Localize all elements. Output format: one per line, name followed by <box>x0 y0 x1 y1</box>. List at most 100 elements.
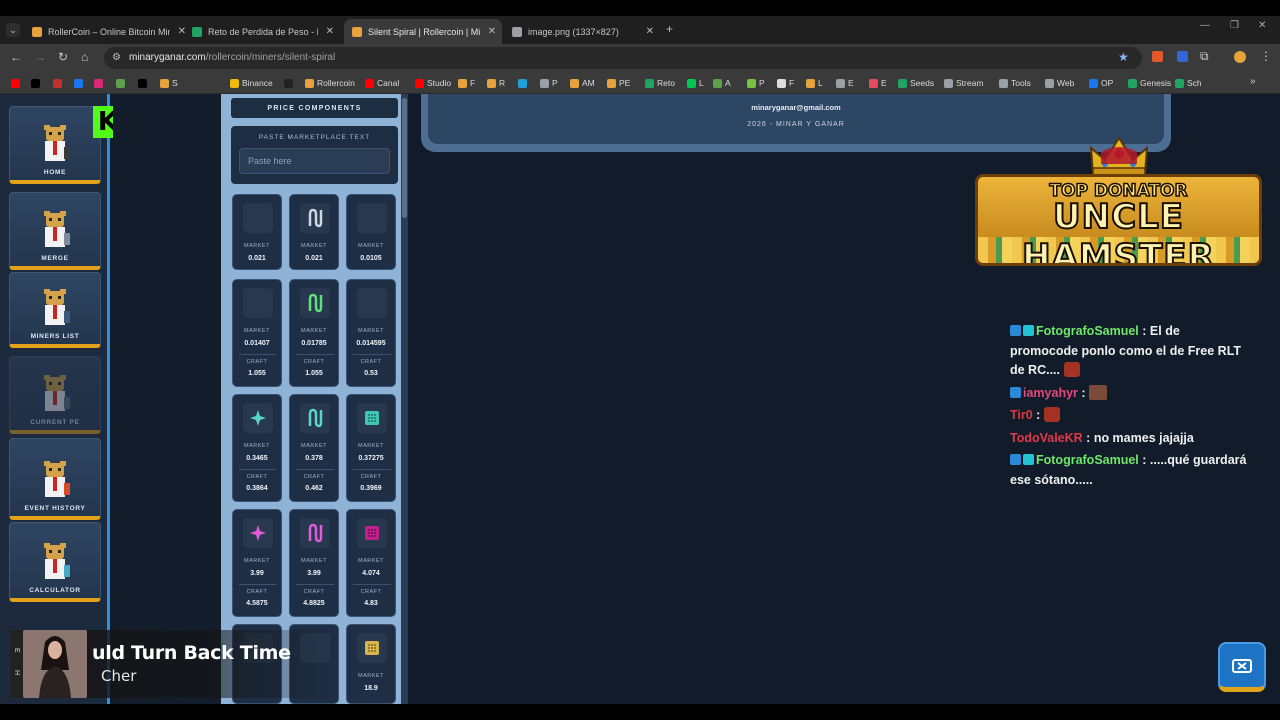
bookmark-item[interactable]: P <box>747 76 765 90</box>
component-card[interactable]: MARKET 4.074 CRAFT 4.83 <box>346 509 396 617</box>
browser-tab[interactable]: Reto de Perdida de Peso - El M ✕ <box>184 19 340 44</box>
bookmark-item[interactable] <box>138 76 150 90</box>
reload-icon[interactable]: ↻ <box>58 50 68 64</box>
sidebar-item-event-history[interactable]: EVENT HISTORY <box>9 438 101 520</box>
bookmark-item[interactable]: L <box>806 76 823 90</box>
bookmark-favicon-icon <box>999 78 1008 88</box>
scrollbar[interactable] <box>401 94 408 704</box>
component-card[interactable]: MARKET 0.021 <box>289 194 339 270</box>
bookmark-item[interactable]: Rollercoin <box>305 76 355 90</box>
sidebar-item-merge[interactable]: MERGE <box>9 192 101 270</box>
profile-avatar[interactable] <box>1234 51 1246 63</box>
forward-icon[interactable]: → <box>34 50 46 64</box>
bookmark-item[interactable]: E <box>869 76 887 90</box>
bookmark-item[interactable]: Seeds <box>898 76 934 90</box>
chat-username[interactable]: Tir0 <box>1010 408 1033 422</box>
bookmark-item[interactable]: S <box>160 76 178 90</box>
component-card[interactable]: MARKET 0.021 <box>232 194 282 270</box>
bookmark-item[interactable] <box>53 76 65 90</box>
extension-icon[interactable] <box>1152 51 1163 62</box>
bookmark-item[interactable]: P <box>540 76 558 90</box>
craft-label: CRAFT <box>303 474 325 480</box>
site-info-icon[interactable]: ⚙ <box>112 52 121 63</box>
bookmark-item[interactable]: E <box>836 76 854 90</box>
component-card[interactable]: MARKET 18.9 <box>346 624 396 704</box>
now-playing-title: uld Turn Back Time <box>92 642 291 664</box>
bookmark-item[interactable]: A <box>713 76 731 90</box>
bookmark-item[interactable] <box>518 76 530 90</box>
tab-close-icon[interactable]: ✕ <box>488 26 496 37</box>
component-card[interactable]: MARKET 0.378 CRAFT 0.462 <box>289 394 339 502</box>
bookmark-item[interactable] <box>116 76 128 90</box>
bookmark-item[interactable]: F <box>458 76 475 90</box>
chat-username[interactable]: FotografoSamuel <box>1036 324 1139 338</box>
bookmark-item[interactable] <box>31 76 43 90</box>
bookmark-item[interactable]: OP <box>1089 76 1113 90</box>
bookmark-item[interactable]: Studio <box>415 76 451 90</box>
bookmark-favicon-icon <box>94 78 103 88</box>
component-card[interactable]: MARKET 0.0105 <box>346 194 396 270</box>
bookmark-item[interactable] <box>284 76 296 90</box>
component-card[interactable]: MARKET 0.3465 CRAFT 0.3864 <box>232 394 282 502</box>
component-card[interactable]: MARKET 3.99 CRAFT 4.8825 <box>289 509 339 617</box>
bookmark-item[interactable]: Genesis <box>1128 76 1171 90</box>
url-text[interactable]: minaryganar.com/rollercoin/miners/silent… <box>129 52 335 63</box>
scrollbar-thumb[interactable] <box>402 98 407 218</box>
bookmark-item[interactable]: F <box>777 76 794 90</box>
bookmark-item[interactable]: Sch <box>1175 76 1202 90</box>
tab-close-icon[interactable]: ✕ <box>646 26 654 37</box>
menu-kebab-icon[interactable]: ⋮ <box>1260 49 1272 63</box>
close-window-button[interactable]: ✕ <box>1258 20 1266 31</box>
chat-username[interactable]: FotografoSamuel <box>1036 453 1139 467</box>
market-label: MARKET <box>244 443 270 449</box>
bookmark-item[interactable]: Canal <box>365 76 399 90</box>
sidebar-item-miners-list[interactable]: MINERS LIST <box>9 272 101 348</box>
back-icon[interactable]: ← <box>10 50 22 64</box>
bookmark-item[interactable]: Binance <box>230 76 273 90</box>
extensions-puzzle-icon[interactable]: ⧉ <box>1200 49 1209 64</box>
chat-username[interactable]: iamyahyr <box>1023 386 1078 400</box>
extension-icon[interactable] <box>1177 51 1188 62</box>
bookmark-item[interactable]: Reto <box>645 76 675 90</box>
browser-tab[interactable]: Silent Spiral | Rollercoin | Minar ✕ <box>344 19 502 44</box>
bookmark-item[interactable]: AM <box>570 76 595 90</box>
bookmark-item[interactable] <box>74 76 86 90</box>
footer-email[interactable]: minaryganar@gmail.com <box>421 103 1171 112</box>
paste-input[interactable]: Paste here <box>239 148 390 174</box>
craft-value: 0.3969 <box>360 485 382 492</box>
tab-close-icon[interactable]: ✕ <box>326 26 334 37</box>
bookmark-star-icon[interactable]: ★ <box>1118 50 1129 64</box>
bookmark-item[interactable]: Tools <box>999 76 1031 90</box>
bookmark-item[interactable]: Stream <box>944 76 983 90</box>
tab-search-button[interactable]: ⌄ <box>6 23 20 37</box>
component-card[interactable]: MARKET 0.37275 CRAFT 0.3969 <box>346 394 396 502</box>
chip-icon <box>357 403 387 433</box>
home-icon[interactable]: ⌂ <box>81 50 88 64</box>
sidebar-item-home[interactable]: HOME <box>9 106 101 184</box>
component-card[interactable]: MARKET 3.99 CRAFT 4.5875 <box>232 509 282 617</box>
browser-tab[interactable]: RollerCoin – Online Bitcoin Min ✕ <box>24 19 192 44</box>
browser-tab[interactable]: image.png (1337×827) ✕ <box>504 19 660 44</box>
sidebar-item-current-pe[interactable]: CURRENT PE <box>9 356 101 434</box>
bookmarks-overflow-icon[interactable]: » <box>1250 76 1256 87</box>
component-card[interactable]: MARKET 0.014595 CRAFT 0.53 <box>346 279 396 387</box>
component-card[interactable]: MARKET 0.01407 CRAFT 1.055 <box>232 279 282 387</box>
bookmark-item[interactable]: Web <box>1045 76 1074 90</box>
bookmark-label: Canal <box>377 78 400 88</box>
component-card[interactable]: MARKET 0.01785 CRAFT 1.055 <box>289 279 339 387</box>
bookmark-favicon-icon <box>869 78 878 88</box>
bookmark-label: E <box>848 78 854 88</box>
bookmark-item[interactable]: PE <box>607 76 630 90</box>
floating-action-button[interactable] <box>1218 642 1266 692</box>
market-value: 0.0105 <box>360 255 382 262</box>
chat-username[interactable]: TodoValeKR <box>1010 431 1083 445</box>
wire-icon <box>300 203 330 233</box>
bookmark-item[interactable] <box>11 76 23 90</box>
bookmark-item[interactable]: R <box>487 76 505 90</box>
bookmark-item[interactable] <box>94 76 106 90</box>
minimize-button[interactable]: — <box>1200 20 1210 31</box>
sidebar-item-calculator[interactable]: CALCULATOR <box>9 522 101 602</box>
new-tab-button[interactable]: + <box>666 22 673 36</box>
bookmark-item[interactable]: L <box>687 76 704 90</box>
maximize-button[interactable]: ❐ <box>1230 20 1239 31</box>
